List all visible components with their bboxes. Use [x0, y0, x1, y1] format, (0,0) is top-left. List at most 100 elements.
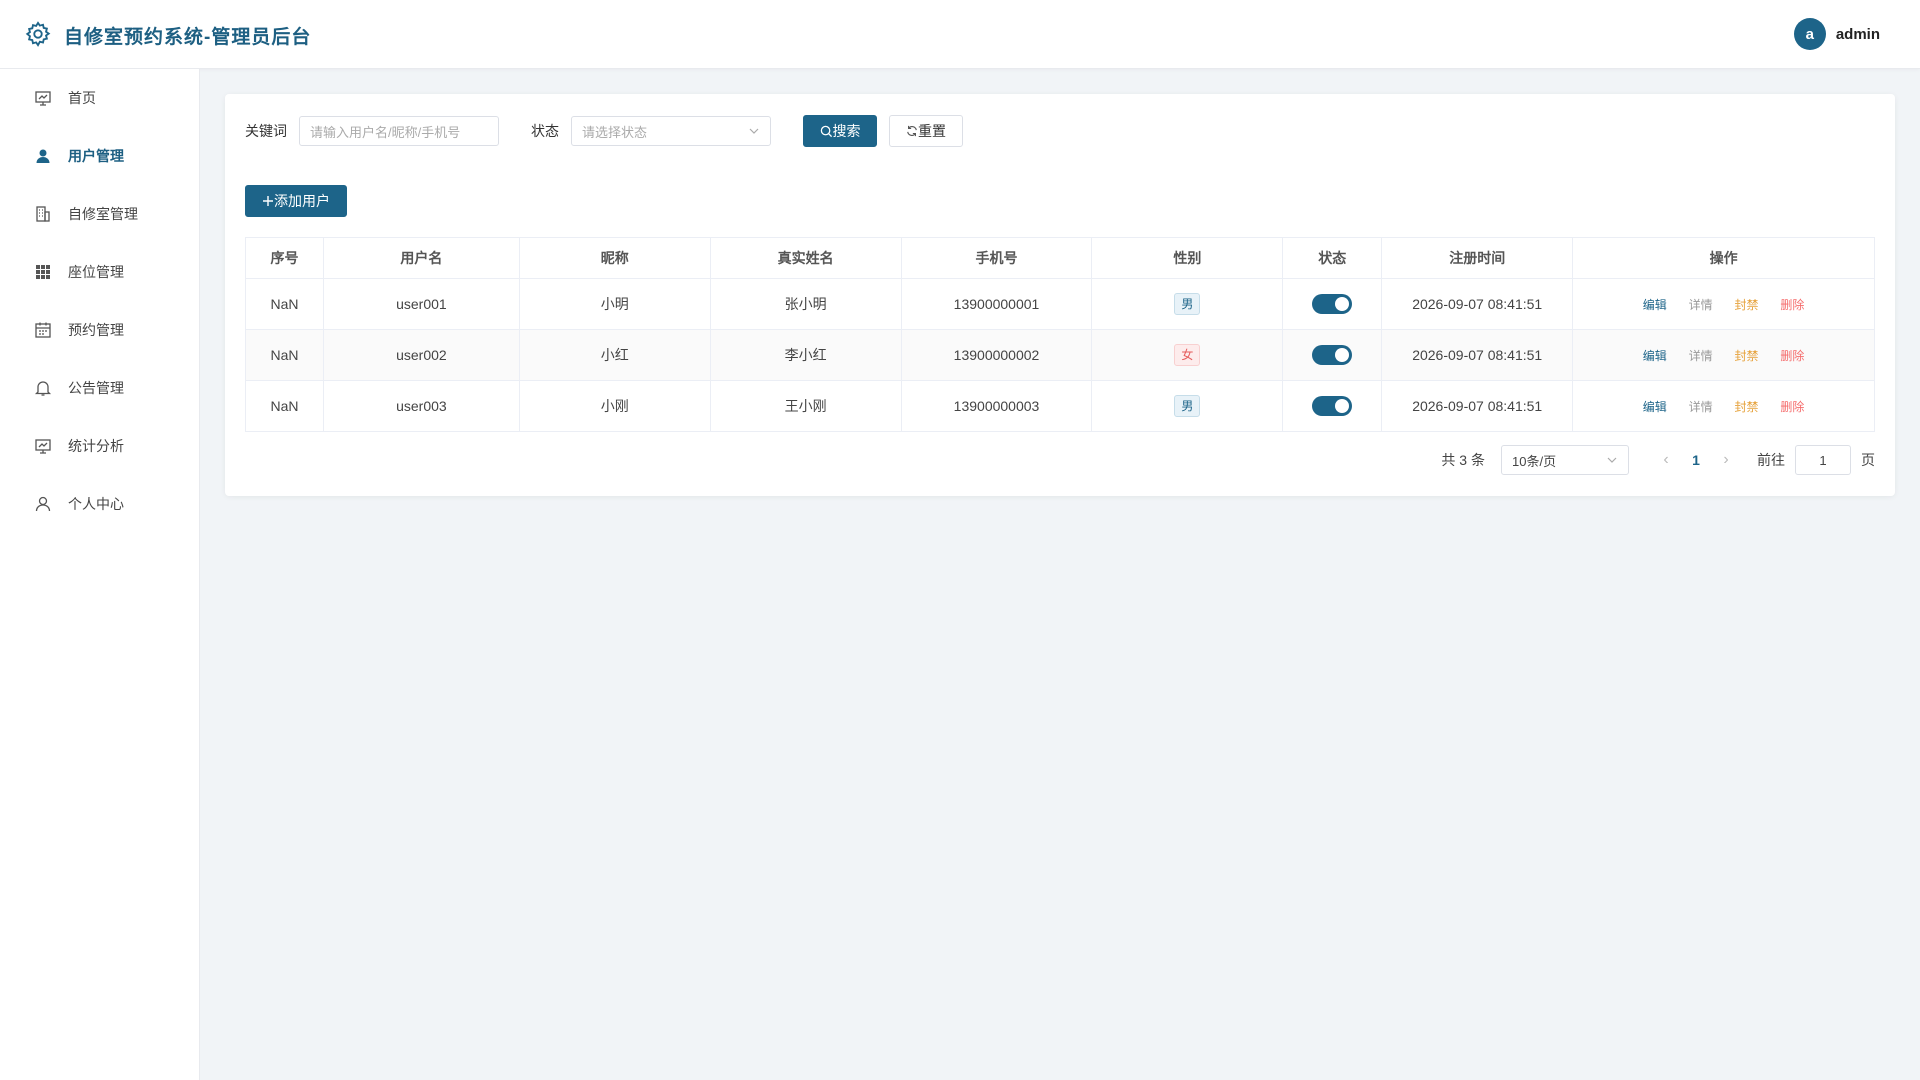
- ban-link[interactable]: 封禁: [1735, 349, 1759, 363]
- cell-index: NaN: [245, 278, 324, 330]
- edit-link[interactable]: 编辑: [1643, 298, 1667, 312]
- app-title: 自修室预约系统-管理员后台: [64, 27, 312, 48]
- cell-username: user002: [322, 329, 520, 381]
- column-header: 操作: [1572, 237, 1875, 279]
- search-button[interactable]: 搜索: [803, 115, 877, 147]
- avatar[interactable]: a: [1793, 18, 1826, 50]
- cell-phone: 13900000003: [900, 380, 1093, 432]
- add-user-label: 添加用户: [274, 193, 330, 209]
- toggle-knob: [1335, 348, 1350, 362]
- cell-actions: 编辑 详情 封禁 删除: [1572, 329, 1875, 381]
- building-icon: [34, 205, 52, 223]
- top-header: 自修室预约系统-管理员后台 a admin: [0, 0, 1920, 69]
- goto-label: 前往: [1757, 452, 1785, 468]
- table-row: NaN user002 小红 李小红 13900000002 女 2026-09…: [245, 329, 1875, 381]
- sidebar-item-home[interactable]: 首页: [0, 69, 199, 127]
- grid-icon: [34, 263, 52, 281]
- chevron-down-icon: [749, 128, 759, 134]
- status-toggle[interactable]: [1312, 294, 1353, 314]
- sidebar-item-reservations[interactable]: 预约管理: [0, 301, 199, 359]
- calendar-icon: [34, 321, 52, 339]
- page-suffix: 页: [1861, 452, 1875, 468]
- reset-label: 重置: [918, 123, 946, 139]
- person-icon: [34, 495, 52, 513]
- sidebar: 首页 用户管理 自修室管理 座位管理 预约管理 公告管理 统计分析 个人中心: [0, 69, 200, 1080]
- cell-registered: 2026-09-07 08:41:51: [1381, 380, 1574, 432]
- toggle-knob: [1335, 297, 1350, 311]
- gender-tag: 男: [1174, 293, 1201, 315]
- sidebar-item-profile[interactable]: 个人中心: [0, 475, 199, 533]
- cell-gender: 男: [1091, 278, 1284, 330]
- goto-page-input[interactable]: 1: [1795, 445, 1851, 475]
- delete-link[interactable]: 删除: [1780, 298, 1804, 312]
- column-header: 手机号: [900, 237, 1093, 279]
- ban-link[interactable]: 封禁: [1735, 400, 1759, 414]
- keyword-label: 关键词: [245, 123, 287, 139]
- search-label: 搜索: [832, 123, 861, 139]
- cell-gender: 男: [1091, 380, 1284, 432]
- status-select[interactable]: 请选择状态: [571, 116, 771, 146]
- detail-link[interactable]: 详情: [1689, 298, 1713, 312]
- total-count: 共 3 条: [1441, 452, 1485, 468]
- goto-page-value: 1: [1819, 452, 1827, 468]
- plus-icon: [263, 196, 273, 206]
- user-menu[interactable]: a admin: [1793, 18, 1880, 50]
- edit-link[interactable]: 编辑: [1643, 349, 1667, 363]
- table-row: NaN user003 小刚 王小刚 13900000003 男 2026-09…: [245, 380, 1875, 432]
- sidebar-item-label: 公告管理: [68, 380, 124, 396]
- sidebar-item-rooms[interactable]: 自修室管理: [0, 185, 199, 243]
- column-header: 序号: [245, 237, 324, 279]
- toggle-knob: [1335, 399, 1350, 413]
- edit-link[interactable]: 编辑: [1643, 400, 1667, 414]
- page-number-current[interactable]: 1: [1681, 452, 1711, 468]
- delete-link[interactable]: 删除: [1780, 349, 1804, 363]
- column-header: 用户名: [322, 237, 520, 279]
- user-table: 序号 用户名 昵称 真实姓名 手机号 性别 状态 注册时间 操作 NaN use…: [245, 237, 1875, 432]
- dashboard-icon: [34, 89, 52, 107]
- cell-username: user003: [322, 380, 520, 432]
- reset-button[interactable]: 重置: [889, 115, 963, 147]
- table-row: NaN user001 小明 张小明 13900000001 男 2026-09…: [245, 278, 1875, 330]
- sidebar-item-statistics[interactable]: 统计分析: [0, 417, 199, 475]
- prev-page-icon[interactable]: ‹: [1651, 451, 1681, 469]
- cell-index: NaN: [245, 380, 324, 432]
- sidebar-item-label: 预约管理: [68, 322, 124, 338]
- chevron-down-icon: [1607, 457, 1617, 463]
- bell-icon: [34, 379, 52, 397]
- column-header: 状态: [1282, 237, 1383, 279]
- refresh-icon: [907, 125, 917, 137]
- cell-status: [1282, 329, 1383, 381]
- next-page-icon[interactable]: ›: [1711, 451, 1741, 469]
- cell-nickname: 小明: [518, 278, 711, 330]
- cell-realname: 李小红: [709, 329, 902, 381]
- status-toggle[interactable]: [1312, 345, 1353, 365]
- user-management-card: 关键词 请输入用户名/昵称/手机号 状态 请选择状态 搜索 重置 添加用户 序号: [225, 94, 1895, 496]
- add-user-button[interactable]: 添加用户: [245, 185, 347, 217]
- keyword-input[interactable]: 请输入用户名/昵称/手机号: [299, 116, 499, 146]
- page-size-value: 10条/页: [1512, 453, 1557, 469]
- gear-icon: [25, 21, 51, 47]
- sidebar-item-label: 座位管理: [68, 264, 124, 280]
- table-header-row: 序号 用户名 昵称 真实姓名 手机号 性别 状态 注册时间 操作: [245, 237, 1875, 279]
- cell-status: [1282, 278, 1383, 330]
- cell-registered: 2026-09-07 08:41:51: [1381, 329, 1574, 381]
- sidebar-item-label: 个人中心: [68, 496, 124, 512]
- sidebar-item-label: 自修室管理: [68, 206, 138, 222]
- status-label: 状态: [531, 123, 559, 139]
- sidebar-item-announcements[interactable]: 公告管理: [0, 359, 199, 417]
- detail-link[interactable]: 详情: [1689, 400, 1713, 414]
- page-size-select[interactable]: 10条/页: [1501, 445, 1629, 475]
- cell-actions: 编辑 详情 封禁 删除: [1572, 278, 1875, 330]
- sidebar-item-seats[interactable]: 座位管理: [0, 243, 199, 301]
- status-toggle[interactable]: [1312, 396, 1353, 416]
- cell-realname: 王小刚: [709, 380, 902, 432]
- delete-link[interactable]: 删除: [1780, 400, 1804, 414]
- detail-link[interactable]: 详情: [1689, 349, 1713, 363]
- status-placeholder: 请选择状态: [582, 124, 648, 140]
- chart-icon: [34, 437, 52, 455]
- username[interactable]: admin: [1836, 26, 1880, 43]
- sidebar-item-users[interactable]: 用户管理: [0, 127, 199, 185]
- cell-gender: 女: [1091, 329, 1284, 381]
- ban-link[interactable]: 封禁: [1735, 298, 1759, 312]
- keyword-placeholder: 请输入用户名/昵称/手机号: [310, 124, 461, 140]
